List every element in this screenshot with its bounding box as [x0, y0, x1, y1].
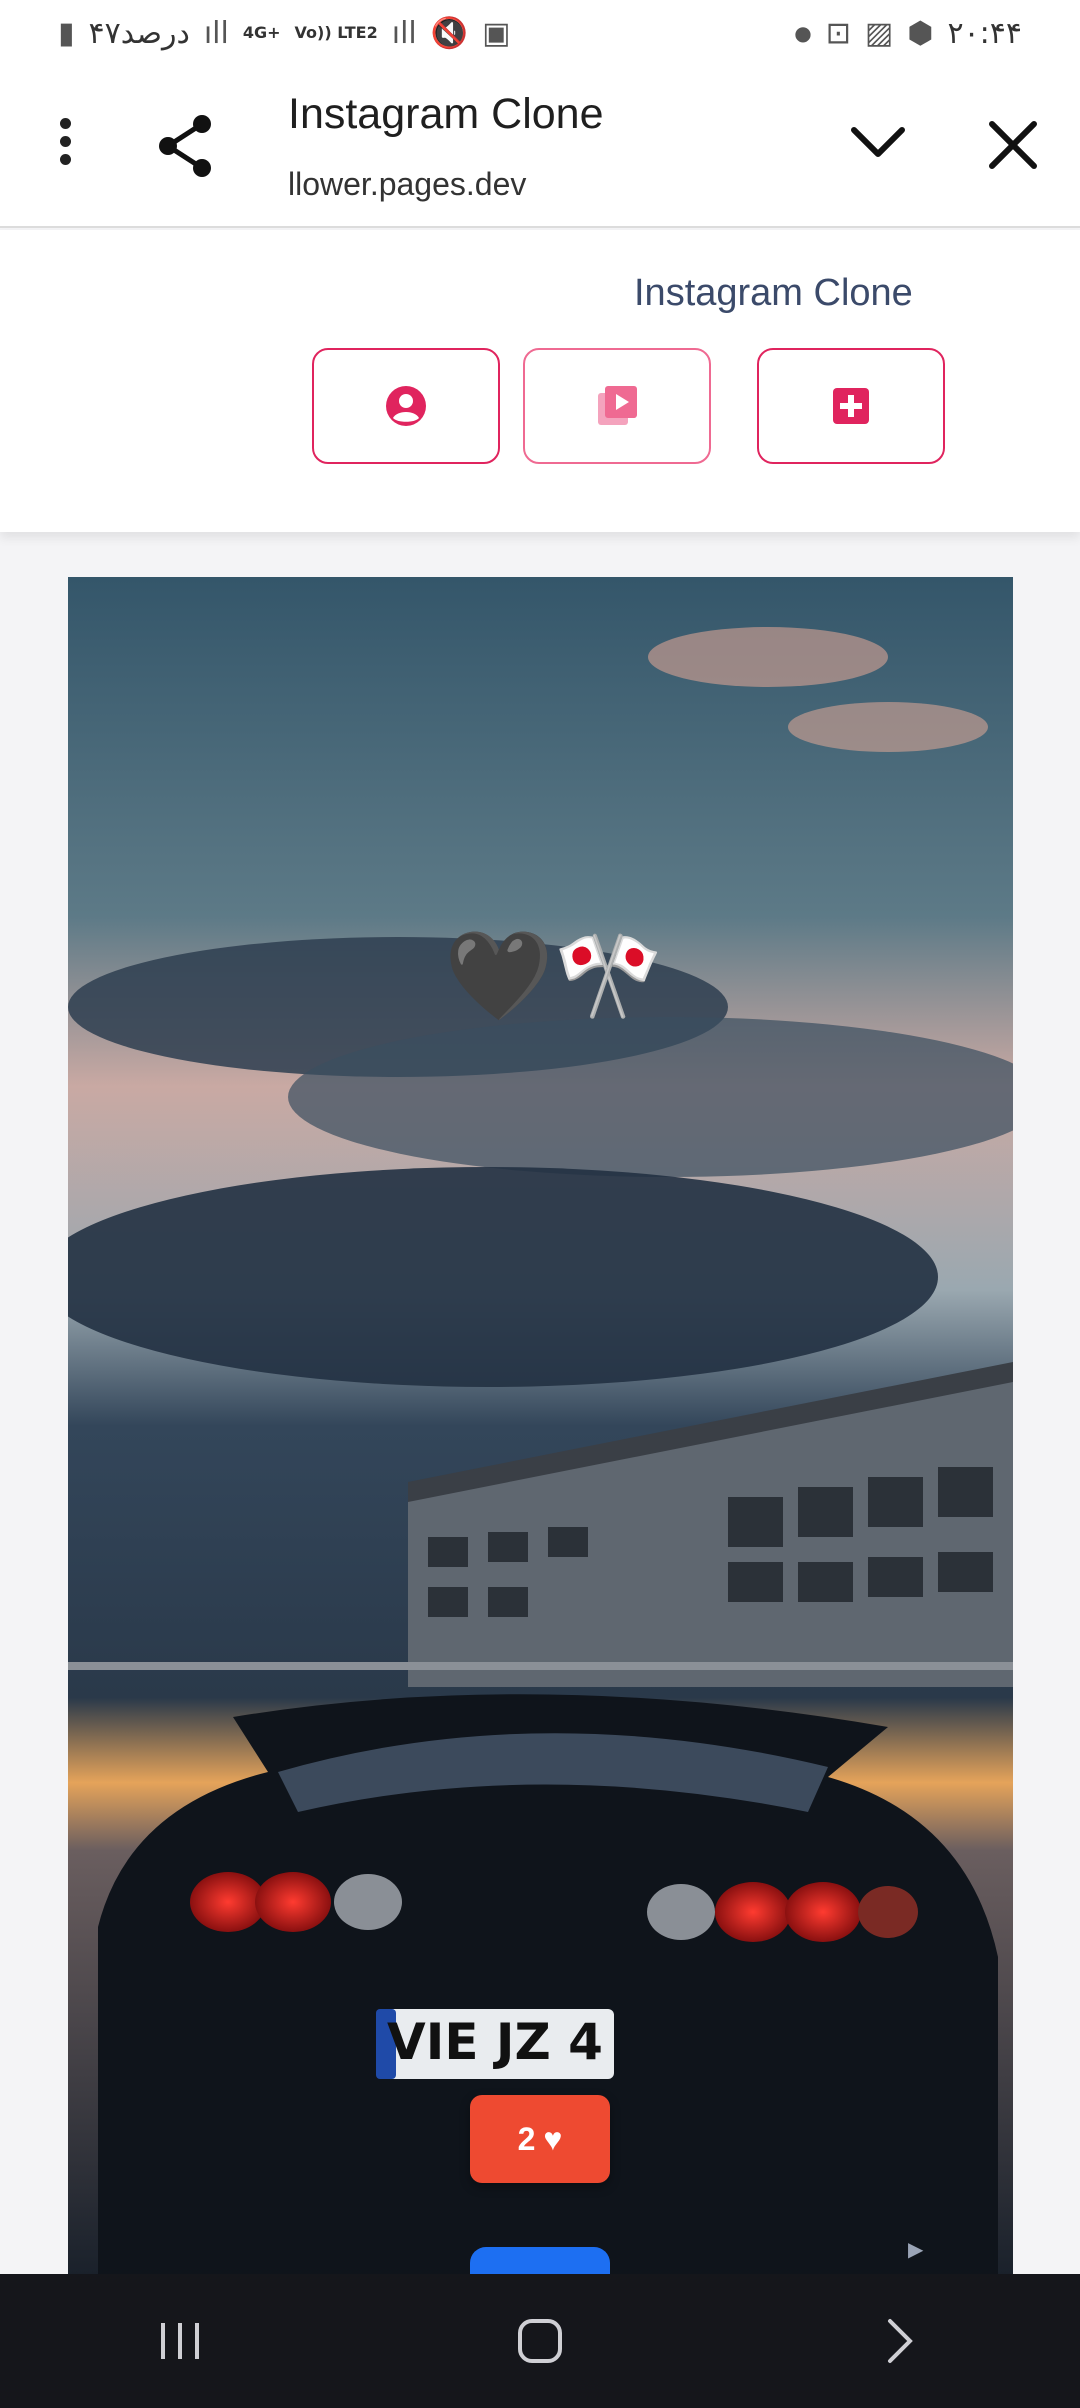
back-button[interactable] — [840, 2301, 960, 2381]
browser-toolbar: Instagram Clone llower.pages.dev — [0, 66, 1080, 228]
voicemail-icon: ⊡ — [825, 15, 851, 51]
play-icon: ▶ — [908, 2239, 924, 2261]
post-media[interactable]: VIE JZ 4 🖤🎌 2 ♥ ▶ — [68, 577, 1013, 2275]
profile-button[interactable] — [312, 348, 500, 464]
browser-page-title: Instagram Clone — [288, 90, 604, 138]
close-icon[interactable] — [982, 114, 1044, 176]
more-options-button[interactable] — [40, 114, 90, 174]
battery-text: ۴۷درصد — [88, 15, 190, 51]
reels-button[interactable] — [523, 348, 711, 464]
reels-icon — [598, 386, 637, 425]
back-icon — [888, 2319, 913, 2363]
heart-icon: ♥ — [543, 2120, 563, 2157]
battery-icon: ▮ — [58, 15, 75, 51]
recents-button[interactable] — [120, 2301, 240, 2381]
add-post-icon — [833, 388, 869, 424]
gallery-icon: ▨ — [864, 15, 894, 51]
home-icon — [518, 2319, 562, 2363]
chevron-down-icon[interactable] — [848, 118, 908, 168]
like-button[interactable]: 2 ♥ — [470, 2095, 610, 2183]
status-bar-left: ▮ ۴۷درصد ıll 4G+ Vo)) LTE2 ıll 🔇 ▣ — [58, 16, 510, 51]
dot-icon: ● — [794, 21, 812, 45]
post-image: VIE JZ 4 — [68, 577, 1013, 2275]
signal-icon: ıll — [203, 15, 229, 51]
hexagon-icon: ⬢ — [907, 15, 934, 51]
sim-icon: ▣ — [482, 15, 511, 51]
share-icon[interactable] — [150, 110, 222, 182]
network-volte-label: Vo)) LTE2 — [294, 23, 378, 42]
browser-page-url[interactable]: llower.pages.dev — [288, 166, 526, 203]
app-title: Instagram Clone — [634, 272, 913, 314]
action-button[interactable] — [470, 2247, 610, 2275]
app-header: Instagram Clone — [0, 230, 1080, 532]
dot — [59, 154, 71, 165]
add-post-button[interactable] — [757, 348, 945, 464]
post-caption: 🖤🎌 — [444, 924, 664, 1027]
home-button[interactable] — [480, 2301, 600, 2381]
network-4g-label: 4G+ — [242, 23, 281, 42]
signal-2-icon: ıll — [391, 15, 417, 51]
license-plate-text: VIE JZ 4 — [387, 2013, 603, 2071]
mute-icon: 🔇 — [430, 15, 469, 51]
status-bar: ▮ ۴۷درصد ıll 4G+ Vo)) LTE2 ıll 🔇 ▣ ● ⊡ ▨… — [0, 0, 1080, 66]
recents-icon — [161, 2323, 199, 2359]
system-navigation-bar — [0, 2274, 1080, 2408]
status-bar-right: ● ⊡ ▨ ⬢ ۲۰:۴۴ — [794, 16, 1022, 51]
dot — [59, 118, 71, 129]
profile-icon — [386, 386, 426, 426]
dot — [59, 136, 71, 147]
like-count: 2 — [517, 2120, 536, 2157]
status-time: ۲۰:۴۴ — [947, 15, 1022, 51]
